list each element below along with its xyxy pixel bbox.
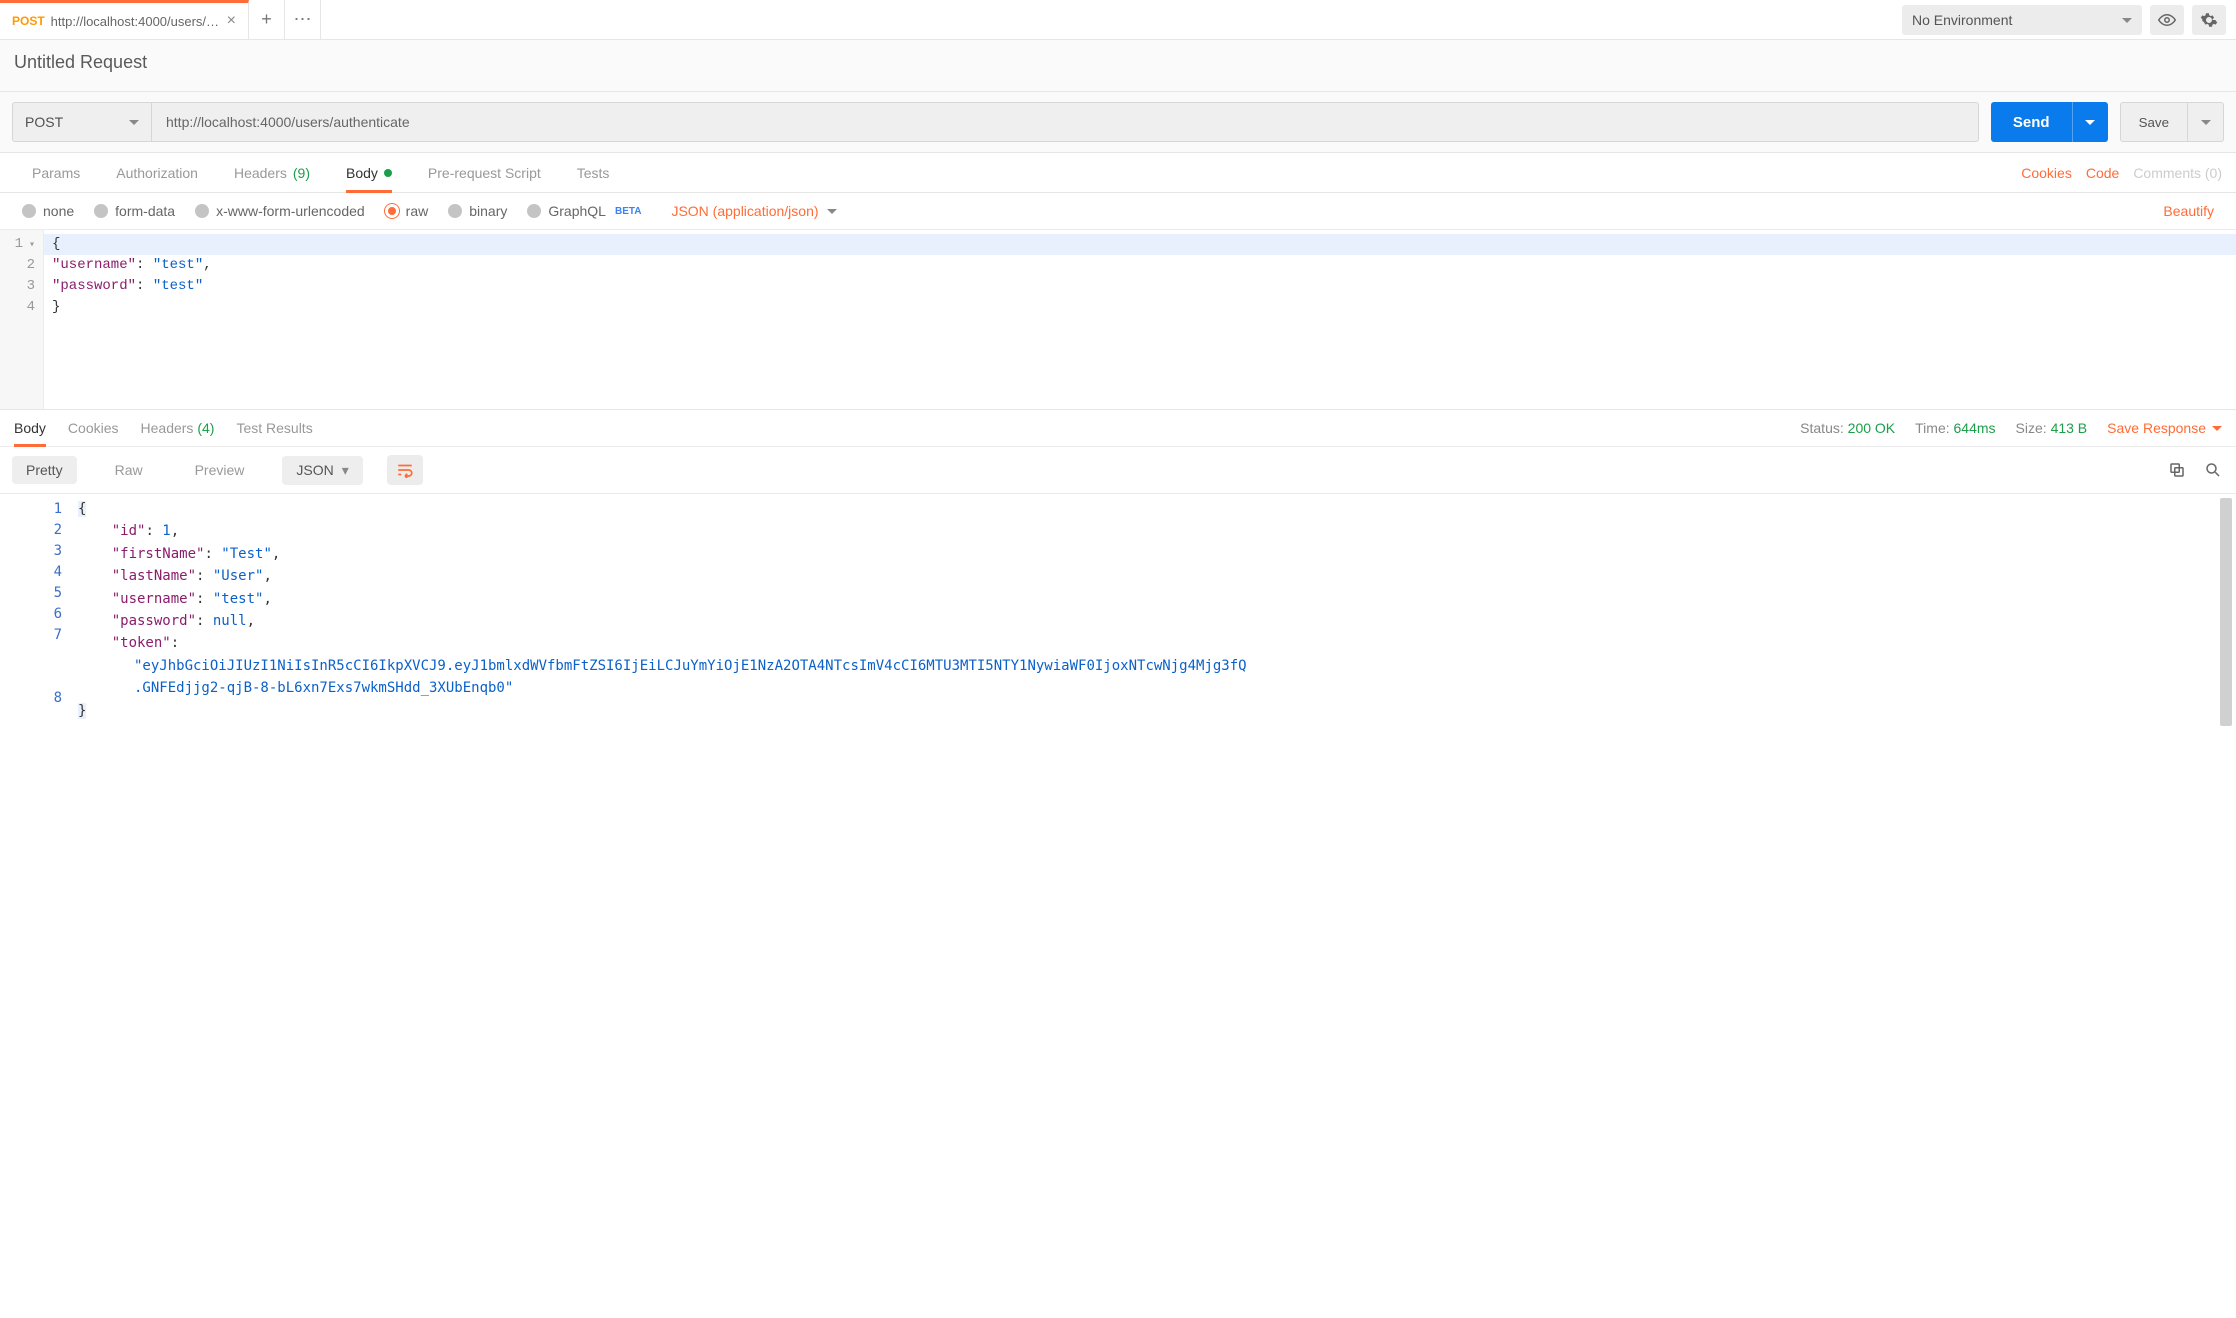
tab-title: http://localhost:4000/users/a... <box>51 14 221 29</box>
response-tab-body[interactable]: Body <box>14 420 46 436</box>
settings-button[interactable] <box>2192 5 2226 35</box>
body-type-xwww[interactable]: x-www-form-urlencoded <box>195 203 365 219</box>
gutter-line: 1 <box>0 234 35 255</box>
editor-gutter: 1 2 3 4 <box>0 230 44 409</box>
body-type-binary[interactable]: binary <box>448 203 507 219</box>
tab-method-label: POST <box>12 14 45 28</box>
response-format-select[interactable]: JSON▾ <box>282 456 362 485</box>
send-options-button[interactable] <box>2072 102 2108 142</box>
url-bar: POST Send Save <box>0 92 2236 153</box>
plus-icon: + <box>261 9 272 30</box>
copy-response-button[interactable] <box>2166 459 2188 481</box>
content-type-label: JSON (application/json) <box>671 203 818 219</box>
chevron-down-icon: ▾ <box>342 462 349 478</box>
body-type-raw[interactable]: raw <box>385 203 429 219</box>
comments-link[interactable]: Comments (0) <box>2133 165 2222 181</box>
tab-options-button[interactable]: ⋯ <box>285 0 321 39</box>
radio-icon <box>195 204 209 218</box>
size-value: 413 B <box>2051 420 2088 436</box>
view-raw[interactable]: Raw <box>101 456 157 484</box>
request-tab-active[interactable]: POST http://localhost:4000/users/a... × <box>0 0 249 39</box>
chevron-down-icon <box>129 120 139 130</box>
view-preview[interactable]: Preview <box>181 456 259 484</box>
http-method-select[interactable]: POST <box>12 102 152 142</box>
chevron-down-icon <box>2212 426 2222 436</box>
tab-body[interactable]: Body <box>328 153 410 192</box>
gutter-line: 3 <box>0 276 35 297</box>
body-type-none[interactable]: none <box>22 203 74 219</box>
response-meta: Status: 200 OK Time: 644ms Size: 413 B S… <box>1800 420 2222 436</box>
chevron-down-icon <box>2085 120 2095 130</box>
scrollbar[interactable] <box>2220 498 2232 726</box>
response-tab-cookies[interactable]: Cookies <box>68 420 119 436</box>
request-name[interactable]: Untitled Request <box>0 40 2236 92</box>
environment-label: No Environment <box>1912 12 2012 28</box>
chevron-down-icon <box>827 209 837 219</box>
chevron-down-icon <box>2122 18 2132 28</box>
close-icon[interactable]: × <box>227 12 236 30</box>
ellipsis-icon: ⋯ <box>294 9 312 30</box>
response-headers-count: (4) <box>197 420 214 436</box>
save-response-button[interactable]: Save Response <box>2107 420 2222 436</box>
modified-indicator-icon <box>384 169 392 177</box>
method-label: POST <box>25 114 63 130</box>
url-input[interactable] <box>152 102 1979 142</box>
time-value: 644ms <box>1954 420 1996 436</box>
tab-authorization[interactable]: Authorization <box>98 153 216 192</box>
editor-code[interactable]: { "username": "test", "password": "test"… <box>44 230 2236 409</box>
chevron-down-icon <box>2201 120 2211 130</box>
view-pretty[interactable]: Pretty <box>12 456 77 484</box>
code-link[interactable]: Code <box>2086 165 2119 181</box>
response-gutter: 1 2 3 4 5 6 7 8 <box>0 494 70 726</box>
save-options-button[interactable] <box>2188 102 2224 142</box>
radio-icon <box>448 204 462 218</box>
body-type-formdata[interactable]: form-data <box>94 203 175 219</box>
beta-badge: BETA <box>615 206 641 217</box>
radio-icon <box>527 204 541 218</box>
radio-icon <box>94 204 108 218</box>
response-tab-headers[interactable]: Headers (4) <box>141 420 215 436</box>
status-value: 200 OK <box>1848 420 1895 436</box>
new-tab-button[interactable]: + <box>249 0 285 39</box>
cookies-link[interactable]: Cookies <box>2021 165 2072 181</box>
tab-prerequest[interactable]: Pre-request Script <box>410 153 559 192</box>
request-body-editor[interactable]: 1 2 3 4 { "username": "test", "password"… <box>0 230 2236 410</box>
response-toolbar: Pretty Raw Preview JSON▾ <box>0 447 2236 494</box>
tab-tests[interactable]: Tests <box>559 153 628 192</box>
response-tab-tests[interactable]: Test Results <box>236 420 312 436</box>
response-body-editor[interactable]: 1 2 3 4 5 6 7 8 { "id": 1, "firstName": … <box>0 494 2236 736</box>
eye-icon <box>2158 11 2176 29</box>
body-type-row: none form-data x-www-form-urlencoded raw… <box>0 193 2236 230</box>
beautify-button[interactable]: Beautify <box>2163 203 2214 219</box>
radio-icon <box>22 204 36 218</box>
search-response-button[interactable] <box>2202 459 2224 481</box>
response-tabs: Body Cookies Headers (4) Test Results St… <box>0 410 2236 447</box>
wrap-lines-button[interactable] <box>387 455 423 485</box>
wrap-icon <box>396 462 414 478</box>
gutter-line: 2 <box>0 255 35 276</box>
body-type-graphql[interactable]: GraphQLBETA <box>527 203 641 219</box>
gutter-line: 4 <box>0 297 35 318</box>
save-button[interactable]: Save <box>2120 102 2188 142</box>
search-icon <box>2204 461 2222 479</box>
environment-quicklook-button[interactable] <box>2150 5 2184 35</box>
environment-select[interactable]: No Environment <box>1902 5 2142 35</box>
content-type-select[interactable]: JSON (application/json) <box>671 203 836 219</box>
response-code[interactable]: { "id": 1, "firstName": "Test", "lastNam… <box>70 494 2220 726</box>
environment-controls: No Environment <box>1902 0 2236 39</box>
tab-bar: POST http://localhost:4000/users/a... × … <box>0 0 2236 40</box>
radio-icon <box>385 204 399 218</box>
request-tabs: Params Authorization Headers (9) Body Pr… <box>0 153 2236 193</box>
send-button[interactable]: Send <box>1991 102 2072 142</box>
copy-icon <box>2168 461 2186 479</box>
headers-count: (9) <box>293 165 310 181</box>
tab-params[interactable]: Params <box>14 153 98 192</box>
tab-headers[interactable]: Headers (9) <box>216 153 328 192</box>
gear-icon <box>2200 11 2218 29</box>
